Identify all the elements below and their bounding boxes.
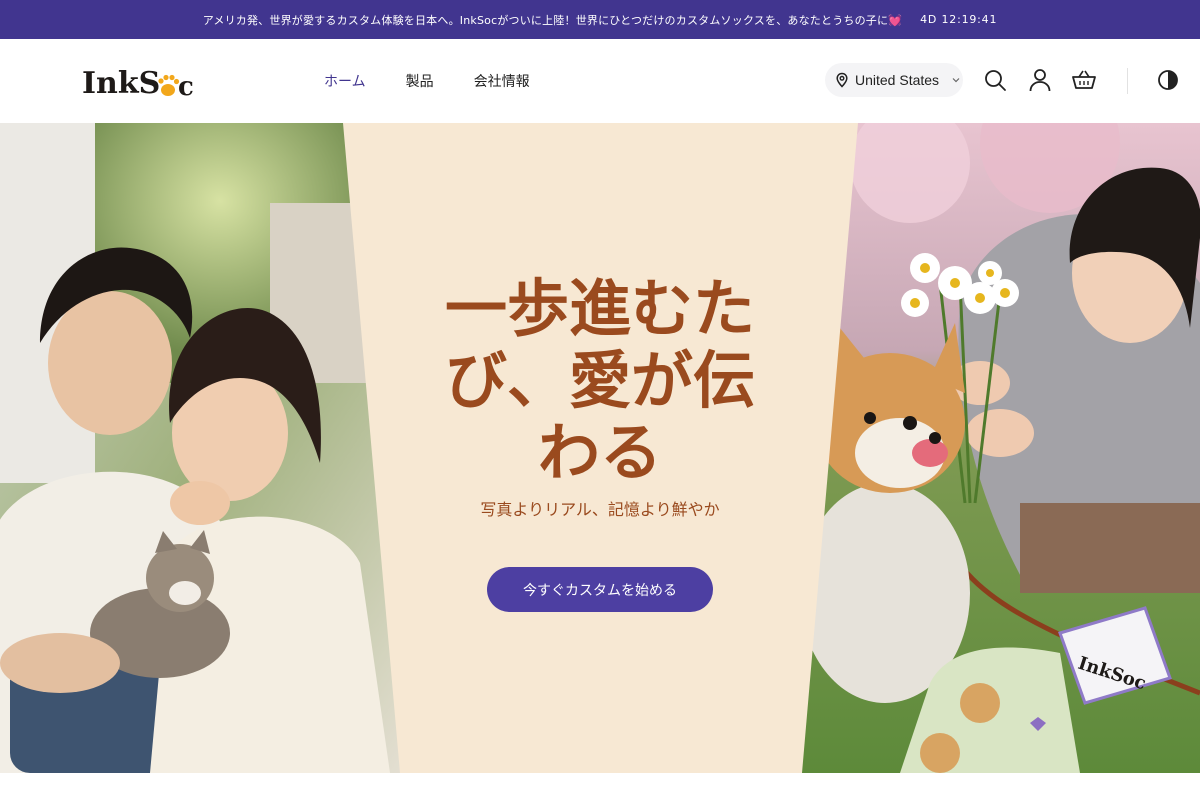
nav-home[interactable]: ホーム <box>324 71 366 91</box>
nav-products[interactable]: 製品 <box>406 71 434 91</box>
search-icon[interactable] <box>982 67 1008 93</box>
chevron-down-icon <box>952 78 960 83</box>
site-header: InkS c ホーム 製品 会社情報 United States <box>0 39 1200 123</box>
location-pin-icon <box>836 72 848 88</box>
start-custom-button[interactable]: 今すぐカスタムを始める <box>487 567 713 612</box>
country-label: United States <box>855 72 940 88</box>
account-icon[interactable] <box>1027 67 1053 93</box>
country-selector[interactable]: United States <box>825 63 963 97</box>
announcement-message: アメリカ発、世界が愛するカスタム体験を日本へ。InkSocがついに上陸！世界にひ… <box>202 13 903 27</box>
countdown-timer: 4D 12:19:41 <box>920 13 998 26</box>
cart-icon[interactable] <box>1071 67 1097 93</box>
main-nav: ホーム 製品 会社情報 <box>324 39 530 123</box>
header-divider <box>1127 68 1128 94</box>
contrast-toggle-icon[interactable] <box>1155 67 1181 93</box>
hero-title: 一歩進むたび、愛が伝わる <box>444 272 755 489</box>
paw-icon <box>158 74 180 96</box>
hero-banner: InkSoc 一歩進むたび、愛が伝わる 写真よりリアル、記憶より鮮やか 今すぐカ… <box>0 123 1200 773</box>
logo-text-start: InkS <box>82 66 160 101</box>
inksoc-logo[interactable]: InkS c <box>82 61 194 103</box>
hero-subtitle: 写真よりリアル、記憶より鮮やか <box>480 500 720 519</box>
nav-company[interactable]: 会社情報 <box>474 71 530 91</box>
logo-text-end: c <box>178 72 194 102</box>
woman-with-shiba-photo: InkSoc <box>790 123 1200 773</box>
announcement-bar: アメリカ発、世界が愛するカスタム体験を日本へ。InkSocがついに上陸！世界にひ… <box>0 0 1200 39</box>
